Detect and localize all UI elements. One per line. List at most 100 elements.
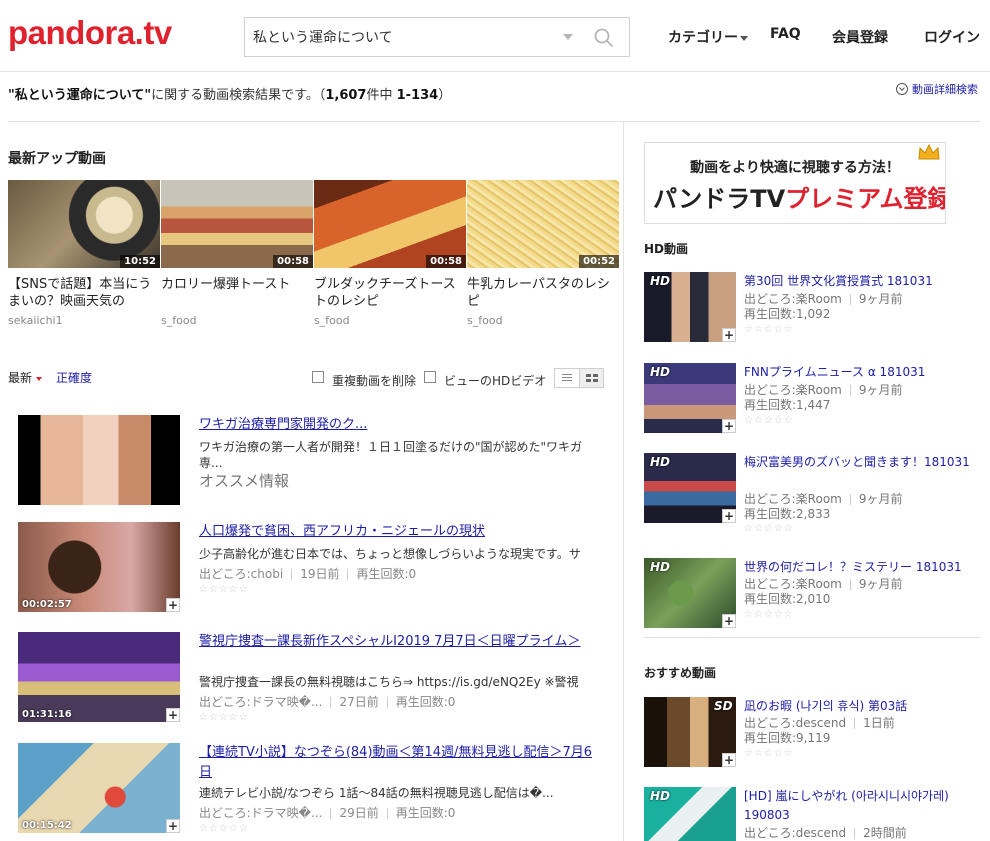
latest-item-channel[interactable]: s_food [467,314,503,327]
rating-stars: ☆☆☆☆☆ [744,415,794,426]
separator [849,494,851,505]
add-to-playlist-icon[interactable]: + [722,509,736,523]
video-row: 00:02:57 + 人口爆発で貧困、西アフリカ・ニジェールの現状 少子高齢化が… [18,522,608,616]
video-title[interactable]: [HD] 嵐にしやがれ (아라시니시야가레) 190803 [744,787,972,825]
video-title[interactable]: FNNプライムニュース α 181031 [744,363,972,382]
search-icon[interactable] [593,27,615,49]
video-thumbnail[interactable]: HD + [644,363,736,433]
video-row: 01:31:16 + 警視庁捜査一課長新作スペシャルⅠ2019 7月7日＜日曜プ… [18,632,608,726]
video-thumbnail[interactable] [18,415,180,505]
video-source[interactable]: 出どころ:descend [744,826,846,840]
video-title[interactable]: ワキガ治療専門家開発のク... [199,415,599,435]
video-thumbnail[interactable]: HD + [644,272,736,342]
video-title[interactable]: 【連続TV小説】なつぞら(84)動画＜第14週/無料見逃し配信＞7月6日 [199,743,599,783]
video-date: 27日前 [339,695,379,709]
video-date: 9ヶ月前 [858,292,903,306]
video-views: 再生回数:0 [356,567,417,581]
video-title[interactable]: 梅沢富美男のズバッと聞きます！181031 [744,453,972,472]
video-thumbnail[interactable]: HD + [644,453,736,523]
video-thumbnail[interactable]: SD + [644,697,736,767]
latest-item-channel[interactable]: s_food [161,314,197,327]
add-to-playlist-icon[interactable]: + [722,419,736,433]
add-to-playlist-icon[interactable]: + [166,708,180,722]
separator [849,579,851,590]
video-views: 再生回数:1,447 [744,398,831,412]
video-source[interactable]: 出どころ:楽Room [744,383,842,397]
video-source[interactable]: 出どころ:ドラマ映�... [199,806,322,820]
video-thumbnail[interactable]: 00:52 [467,180,619,268]
video-source[interactable]: 出どころ:descend [744,716,846,730]
video-title[interactable]: 人口爆発で貧困、西アフリカ・ニジェールの現状 [199,522,599,542]
recommended-section-title: おすすめ動画 [644,666,717,680]
video-views: 再生回数:0 [395,695,456,709]
latest-item-channel[interactable]: s_food [314,314,350,327]
video-date: 1日前 [863,716,895,730]
video-thumbnail[interactable]: HD + [644,558,736,628]
nav-category[interactable]: カテゴリー [668,27,748,47]
hd-only-label[interactable]: ビューのHDビデオ [444,372,546,389]
dedupe-checkbox[interactable] [312,371,324,383]
search-input[interactable] [245,18,545,56]
sort-newest[interactable]: 最新 [8,369,43,386]
video-thumbnail[interactable]: 00:15:42 + [18,743,180,833]
add-to-playlist-icon[interactable]: + [722,753,736,767]
latest-item-channel[interactable]: sekaiichi1 [8,314,63,327]
video-meta: 出どころ:楽Room 9ヶ月前 [744,382,903,398]
add-to-playlist-icon[interactable]: + [722,328,736,342]
video-title[interactable]: 凪のお暇 (나기의 휴식) 第03話 [744,697,972,716]
add-to-playlist-icon[interactable]: + [722,614,736,628]
video-thumbnail[interactable]: 00:02:57 + [18,522,180,612]
latest-item-title[interactable]: ブルダックチーズトーストのレシピ [314,276,460,310]
banner-cta: プレミアム登録 [785,185,946,213]
sort-accuracy[interactable]: 正確度 [56,369,92,386]
video-source[interactable]: 出どころ:ドラマ映�... [199,695,322,709]
separator [330,808,332,819]
video-meta: 出どころ:楽Room 9ヶ月前 [744,576,903,592]
quality-badge: HD [650,455,671,469]
video-thumbnail[interactable]: 10:52 [8,180,160,268]
video-title[interactable]: 第30回 世界文化賞授賞式 181031 [744,272,972,291]
hd-only-checkbox[interactable] [424,371,436,383]
video-source[interactable]: 出どころ:楽Room [744,577,842,591]
nav-register[interactable]: 会員登録 [832,27,888,47]
separator [291,569,293,580]
chevron-circle-down-icon [896,83,908,95]
video-title[interactable]: 世界の何だコレ！？ミステリー 181031 [744,558,972,577]
video-date: 9ヶ月前 [858,383,903,397]
video-source[interactable]: 出どころ:楽Room [744,492,842,506]
video-title[interactable]: 警視庁捜査一課長新作スペシャルⅠ2019 7月7日＜日曜プライム＞ [199,632,599,652]
video-thumbnail[interactable]: 00:58 [161,180,313,268]
nav-faq[interactable]: FAQ [770,26,801,42]
search-history-caret-icon[interactable] [563,34,573,40]
latest-item-title[interactable]: カロリー爆弾トースト [161,276,307,293]
search-box[interactable] [244,17,630,57]
video-thumbnail[interactable]: 00:58 [314,180,466,268]
premium-banner[interactable]: 動画をより快適に視聴する方法！ パンドラTVプレミアム登録 [644,142,946,224]
video-thumbnail[interactable]: 01:31:16 + [18,632,180,722]
advanced-search-link[interactable]: 動画詳細検索 [896,81,978,97]
video-views: 再生回数:2,833 [744,507,831,521]
video-duration: 00:15:42 [22,820,72,831]
hd-section-title: HD動画 [644,242,689,256]
logo[interactable]: pandora.tv [8,14,172,52]
video-source[interactable]: 出どころ:chobi [199,567,283,581]
list-view-button[interactable] [555,369,579,387]
add-to-playlist-icon[interactable]: + [166,598,180,612]
video-source[interactable]: 出どころ:楽Room [744,292,842,306]
video-date: 19日前 [300,567,340,581]
video-thumbnail[interactable]: HD [644,787,736,841]
separator [849,294,851,305]
recommended-video-item: SD + 凪のお暇 (나기의 휴식) 第03話 出どころ:descend 1日前 … [644,697,984,771]
latest-item-title[interactable]: 【SNSで話題】本当にうまいの？映画天気の [8,276,154,310]
nav-login[interactable]: ログイン [924,27,980,47]
video-views: 再生回数:1,092 [744,307,831,321]
add-to-playlist-icon[interactable]: + [166,819,180,833]
video-date: 9ヶ月前 [858,492,903,506]
detail-view-button[interactable] [578,369,603,387]
video-date: 9ヶ月前 [858,577,903,591]
video-meta: 出どころ:chobi 19日前 再生回数:0 [199,565,416,582]
separator [347,569,349,580]
dedupe-label[interactable]: 重複動画を削除 [332,372,416,389]
latest-item-title[interactable]: 牛乳カレーパスタのレシピ [467,276,613,310]
detail-view-icon [585,374,598,382]
